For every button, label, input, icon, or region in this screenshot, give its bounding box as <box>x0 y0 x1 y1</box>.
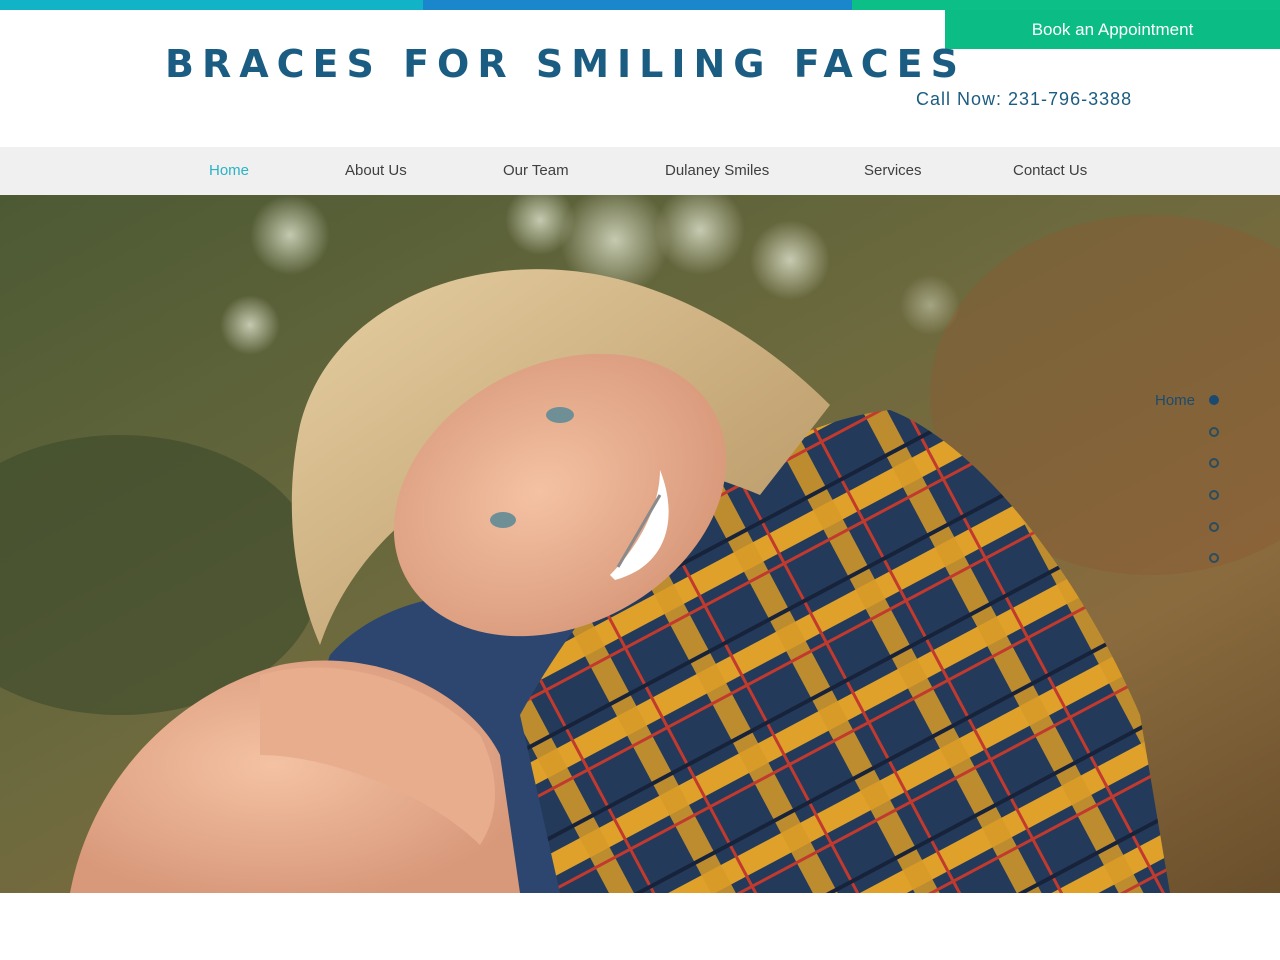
main-nav: Home About Us Our Team Dulaney Smiles Se… <box>0 147 1280 195</box>
top-bar-segment-teal <box>0 0 423 10</box>
hero-image <box>0 195 1280 893</box>
top-bar-segment-green <box>852 0 1280 10</box>
section-dot-4[interactable] <box>1209 490 1219 500</box>
section-dot-2[interactable] <box>1209 427 1219 437</box>
section-dot-5[interactable] <box>1209 522 1219 532</box>
section-dot-6[interactable] <box>1209 553 1219 563</box>
top-color-bar <box>0 0 1280 10</box>
nav-item-dulaney-smiles[interactable]: Dulaney Smiles <box>665 147 769 195</box>
section-dot-label: Home <box>1154 392 1195 409</box>
section-dot-nav: Home <box>1100 392 1240 575</box>
site-title[interactable]: BRACES FOR SMILING FACES <box>165 42 966 86</box>
top-bar-segment-blue <box>423 0 852 10</box>
nav-item-contact-us[interactable]: Contact Us <box>1013 147 1087 195</box>
book-appointment-button[interactable]: Book an Appointment <box>945 10 1280 49</box>
nav-item-our-team[interactable]: Our Team <box>503 147 569 195</box>
nav-item-services[interactable]: Services <box>864 147 922 195</box>
section-dot-1[interactable] <box>1209 395 1219 405</box>
call-now-phone[interactable]: Call Now: 231-796-3388 <box>916 89 1132 110</box>
nav-item-home[interactable]: Home <box>209 147 249 195</box>
smiling-girl-photo <box>0 195 1280 893</box>
nav-item-about-us[interactable]: About Us <box>345 147 407 195</box>
section-dot-3[interactable] <box>1209 458 1219 468</box>
